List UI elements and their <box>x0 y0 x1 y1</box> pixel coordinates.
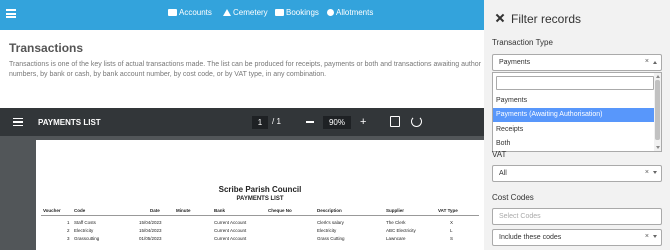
column-header: Description <box>317 208 342 213</box>
money-icon <box>168 9 177 16</box>
column-header: Date <box>150 208 160 213</box>
header-divider <box>41 215 479 216</box>
transaction-type-label: Transaction Type <box>492 38 553 47</box>
vat-value: All <box>499 170 507 177</box>
page-description: Transactions is one of the key lists of … <box>9 60 484 80</box>
council-name: Scribe Parish Council <box>218 185 302 194</box>
table-cell: Electricity <box>74 228 94 233</box>
clear-icon[interactable]: × <box>645 233 649 240</box>
table-cell: Staff Costs <box>74 220 96 225</box>
table-cell: 15/04/2023 <box>139 228 162 233</box>
table-cell: S <box>450 236 454 241</box>
dropdown-option[interactable]: Payments <box>493 94 655 108</box>
chevron-down-icon <box>653 235 657 238</box>
table-cell: Current Account <box>214 236 247 241</box>
table-cell: X <box>450 220 454 225</box>
nav-label: Accounts <box>179 8 212 17</box>
table-cell: Clerk's salary <box>317 220 344 225</box>
scroll-up-icon[interactable] <box>655 75 660 78</box>
column-header: Voucher <box>43 208 61 213</box>
cost-codes-label: Cost Codes <box>492 193 534 202</box>
table-cell: Current Account <box>214 228 247 233</box>
page-total: / 1 <box>272 117 281 126</box>
column-header: Code <box>74 208 86 213</box>
rotate-icon[interactable] <box>411 116 422 127</box>
column-header: Bank <box>214 208 226 213</box>
dropdown-scrollbar[interactable] <box>654 73 661 151</box>
cost-codes-mode-select[interactable]: Include these codes × <box>492 229 662 246</box>
cost-codes-input[interactable]: Select Codes <box>492 208 662 225</box>
filter-panel-title: Filter records <box>511 12 582 26</box>
column-header: Cheque No <box>268 208 292 213</box>
dropdown-option[interactable]: Both <box>493 137 655 151</box>
table-cell: 1 <box>67 220 70 225</box>
cemetery-icon <box>223 9 231 16</box>
cost-codes-mode-value: Include these codes <box>499 234 562 241</box>
pdf-menu-icon[interactable] <box>13 118 23 126</box>
document-heading: PAYMENTS LIST <box>236 196 284 202</box>
nav-item-cemetery[interactable]: Cemetery <box>223 8 268 17</box>
column-header: Supplier <box>386 208 405 213</box>
cost-codes-placeholder: Select Codes <box>499 213 541 220</box>
column-header: Minute <box>176 208 191 213</box>
hamburger-menu-icon[interactable] <box>6 9 16 18</box>
close-icon[interactable] <box>494 12 506 24</box>
description-line: Transactions is one of the key lists of … <box>9 61 481 68</box>
zoom-level-input[interactable]: 90% <box>323 116 351 129</box>
table-cell: Current Account <box>214 220 247 225</box>
table-cell: Grasscutting <box>74 236 100 241</box>
page: Accounts Cemetery Bookings Allotments Tr… <box>0 0 670 250</box>
table-cell: ABC Electricity <box>386 228 416 233</box>
page-title: Transactions <box>9 41 84 55</box>
scrollbar-thumb[interactable] <box>655 80 660 140</box>
fit-page-icon[interactable] <box>390 116 400 127</box>
table-cell: Grass Cutting <box>317 236 345 241</box>
transaction-type-select[interactable]: Payments × <box>492 54 662 71</box>
clear-icon[interactable]: × <box>645 169 649 176</box>
clear-icon[interactable]: × <box>645 58 649 65</box>
pdf-title: PAYMENTS LIST <box>38 118 101 127</box>
table-cell: 15/04/2023 <box>139 220 162 225</box>
table-cell: Lawncare <box>386 236 406 241</box>
pdf-page: Scribe Parish Council PAYMENTS LIST Vouc… <box>36 140 484 250</box>
table-cell: Electricity <box>317 228 337 233</box>
nav-label: Allotments <box>336 8 374 17</box>
pdf-toolbar: PAYMENTS LIST 1 / 1 90% + <box>0 108 484 136</box>
zoom-out-icon[interactable] <box>306 121 314 123</box>
nav-item-accounts[interactable]: Accounts <box>168 8 212 17</box>
page-number-input[interactable]: 1 <box>252 116 268 129</box>
vat-select[interactable]: All × <box>492 165 662 182</box>
table-cell: 3 <box>67 236 70 241</box>
chevron-up-icon <box>653 61 657 64</box>
dropdown-option[interactable]: Receipts <box>493 123 655 137</box>
vat-label: VAT <box>492 150 507 159</box>
table-cell: 2 <box>67 228 70 233</box>
scroll-down-icon[interactable] <box>655 146 660 149</box>
dropdown-option-highlighted[interactable]: Payments (Awaiting Authorisation) <box>493 108 655 122</box>
table-cell: The Clerk <box>386 220 406 225</box>
transaction-type-value: Payments <box>499 59 531 66</box>
nav-label: Cemetery <box>233 8 268 17</box>
nav-item-bookings[interactable]: Bookings <box>275 8 319 17</box>
nav-item-allotments[interactable]: Allotments <box>327 8 373 17</box>
column-header: VAT Type <box>438 208 458 213</box>
dropdown-search-input[interactable] <box>496 76 654 90</box>
chevron-down-icon <box>653 171 657 174</box>
table-cell: 01/05/2023 <box>139 236 162 241</box>
calendar-icon <box>275 9 284 16</box>
allotment-icon <box>327 9 334 16</box>
transaction-type-dropdown: Payments Payments (Awaiting Authorisatio… <box>492 72 662 152</box>
description-line: numbers, by bank or cash, by bank accoun… <box>9 71 327 78</box>
pdf-viewer: PAYMENTS LIST 1 / 1 90% + Scribe Parish … <box>0 108 484 250</box>
nav-label: Bookings <box>286 8 319 17</box>
top-nav-bar: Accounts Cemetery Bookings Allotments <box>0 0 484 30</box>
table-cell: L <box>450 228 453 233</box>
zoom-in-icon[interactable]: + <box>360 117 366 128</box>
